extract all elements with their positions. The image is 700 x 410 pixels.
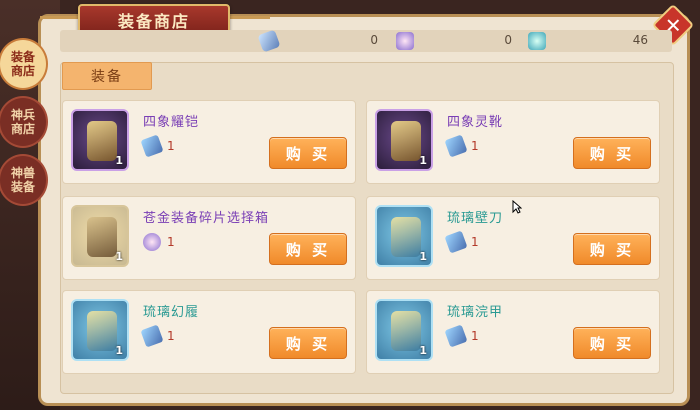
- title-ornament-right: [226, 16, 270, 19]
- side-tab-equipment-shop[interactable]: 装备 商店: [0, 38, 48, 90]
- item-cost: 1: [140, 324, 175, 348]
- side-tab-label: 商店: [10, 122, 35, 136]
- feather-currency-icon: [444, 230, 468, 254]
- item-cost: 1: [444, 134, 479, 158]
- side-tab-divine-weapon-shop[interactable]: 神兵 商店: [0, 96, 48, 148]
- item-name: 琉璃幻履: [143, 305, 200, 320]
- buy-button[interactable]: 购 买: [573, 137, 651, 169]
- item-count: 1: [115, 344, 123, 357]
- item-cost: 1: [444, 324, 479, 348]
- tab-equipment[interactable]: 装备: [62, 62, 152, 90]
- feather-currency-icon: [257, 29, 281, 53]
- blade-item-icon[interactable]: 1: [375, 205, 433, 267]
- item-cost: 1: [140, 134, 175, 158]
- shop-item-card: 1 四象灵靴 1 购 买: [366, 100, 660, 184]
- buy-button[interactable]: 购 买: [573, 327, 651, 359]
- cost-value: 1: [471, 329, 479, 343]
- armor-figure-icon: [87, 121, 117, 161]
- jade-currency-icon: [528, 32, 546, 50]
- cost-value: 1: [167, 329, 175, 343]
- crystal-currency-icon: [396, 32, 414, 50]
- shop-item-card: 1 苍金装备碎片选择箱 1 购 买: [62, 196, 356, 280]
- side-tab-label: 神兵: [10, 108, 35, 122]
- currency-feather-value: 0: [370, 33, 378, 47]
- shoes-figure-icon: [87, 311, 117, 351]
- item-name: 四象耀铠: [143, 115, 200, 130]
- chest-figure-icon: [87, 217, 117, 257]
- feather-currency-icon: [444, 134, 468, 158]
- side-tab-label: 神兽: [10, 166, 35, 180]
- side-tab-label: 商店: [10, 64, 35, 78]
- mouse-cursor-icon: [512, 200, 522, 214]
- item-count: 1: [115, 154, 123, 167]
- title-ornament-left: [40, 16, 78, 19]
- currency-crystal-value: 0: [504, 33, 512, 47]
- shop-item-card: 1 琉璃幻履 1 购 买: [62, 290, 356, 374]
- side-tab-label: 装备: [10, 180, 35, 194]
- item-cost: 1: [444, 230, 479, 254]
- blade-figure-icon: [391, 217, 421, 257]
- feather-currency-icon: [140, 134, 164, 158]
- cost-value: 1: [167, 139, 175, 153]
- buy-button[interactable]: 购 买: [573, 233, 651, 265]
- item-count: 1: [419, 154, 427, 167]
- cost-value: 1: [471, 235, 479, 249]
- armor-item-icon[interactable]: 1: [375, 299, 433, 361]
- item-name: 琉璃浣甲: [447, 305, 504, 320]
- shoes-item-icon[interactable]: 1: [71, 299, 129, 361]
- armor-item-icon[interactable]: 1: [71, 109, 129, 171]
- buy-button[interactable]: 购 买: [269, 137, 347, 169]
- boots-figure-icon: [391, 121, 421, 161]
- shop-item-card: 1 琉璃浣甲 1 购 买: [366, 290, 660, 374]
- item-name: 琉璃壁刀: [447, 211, 504, 226]
- item-cost: 1: [143, 233, 175, 251]
- side-tab-label: 装备: [10, 50, 35, 64]
- currency-jade-value: 46: [632, 33, 648, 47]
- currency-bar: 0 0 46: [60, 29, 672, 53]
- chest-item-icon[interactable]: 1: [71, 205, 129, 267]
- item-name: 苍金装备碎片选择箱: [143, 211, 270, 226]
- armor-figure-icon: [391, 311, 421, 351]
- boots-item-icon[interactable]: 1: [375, 109, 433, 171]
- buy-button[interactable]: 购 买: [269, 233, 347, 265]
- cost-value: 1: [471, 139, 479, 153]
- currency-crystal: [396, 30, 414, 52]
- cost-value: 1: [167, 235, 175, 249]
- item-count: 1: [419, 250, 427, 263]
- item-count: 1: [419, 344, 427, 357]
- side-tab-beast-equipment[interactable]: 神兽 装备: [0, 154, 48, 206]
- item-name: 四象灵靴: [447, 115, 504, 130]
- buy-button[interactable]: 购 买: [269, 327, 347, 359]
- currency-feather: [257, 29, 281, 53]
- crystal-currency-icon: [143, 233, 161, 251]
- currency-jade: [528, 30, 546, 52]
- shop-item-card: 1 四象耀铠 1 购 买: [62, 100, 356, 184]
- feather-currency-icon: [140, 324, 164, 348]
- feather-currency-icon: [444, 324, 468, 348]
- item-count: 1: [115, 250, 123, 263]
